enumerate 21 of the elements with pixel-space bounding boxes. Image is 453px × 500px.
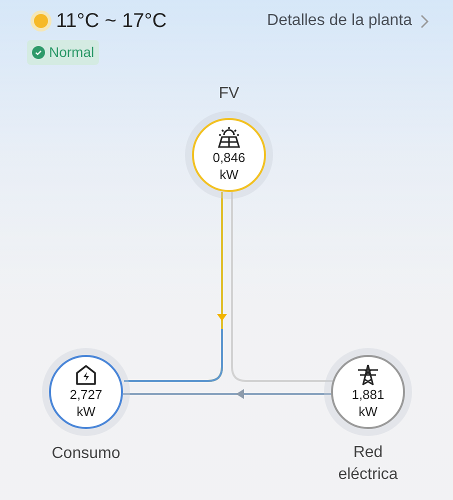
- power-value: 0,846: [212, 149, 246, 166]
- status-badge: Normal: [27, 40, 100, 65]
- power-value: 1,881: [352, 386, 384, 403]
- power-unit: kW: [220, 166, 238, 183]
- plant-details-link[interactable]: Detalles de la planta: [267, 9, 429, 33]
- check-icon: [32, 46, 45, 59]
- energy-node[interactable]: 1,881 kW: [331, 355, 405, 429]
- power-pylon-icon: [356, 364, 380, 386]
- power-value: 2,727: [70, 386, 102, 403]
- house-bolt-icon: [75, 364, 97, 386]
- power-unit: kW: [358, 403, 378, 420]
- sun-icon: [30, 10, 52, 32]
- node-label: FV: [218, 84, 240, 104]
- temperature-range: 11°C ~ 17°C: [56, 9, 167, 34]
- power-unit: kW: [76, 403, 96, 420]
- chevron-right-icon: [420, 14, 429, 28]
- energy-node[interactable]: 2,727 kW: [49, 355, 123, 429]
- solar-panel-icon: [217, 127, 241, 149]
- node-label: Consumo: [50, 444, 122, 464]
- node-label: Red eléctrica: [337, 443, 399, 485]
- energy-node[interactable]: 0,846 kW: [192, 118, 266, 192]
